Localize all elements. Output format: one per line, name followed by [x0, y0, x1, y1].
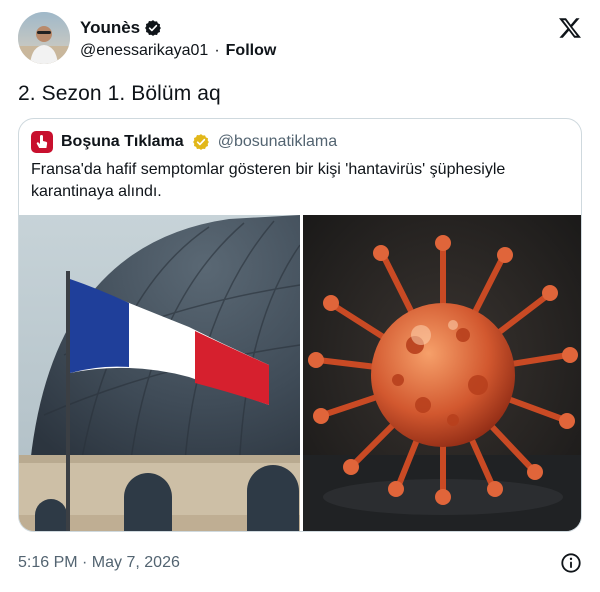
- france-flag-dome-image[interactable]: [19, 215, 300, 531]
- info-icon[interactable]: [560, 552, 582, 574]
- tweet-text: 2. Sezon 1. Bölüm aq: [18, 82, 221, 105]
- quoted-display-name[interactable]: Boşuna Tıklama: [61, 133, 184, 151]
- tweet-timestamp[interactable]: 5:16 PM · May 7, 2026: [18, 554, 180, 572]
- x-logo-icon[interactable]: [558, 16, 582, 40]
- quoted-handle[interactable]: @bosunatiklama: [218, 133, 337, 151]
- quoted-text: Fransa'da hafif semptomlar gösteren bir …: [31, 161, 506, 200]
- author-handle[interactable]: @enessarikaya01: [80, 42, 208, 60]
- author-avatar[interactable]: [18, 12, 70, 64]
- follow-button[interactable]: Follow: [226, 42, 277, 60]
- virus-image[interactable]: [302, 215, 581, 531]
- quoted-tweet[interactable]: Boşuna Tıklama @bosunatiklama Fransa'da …: [18, 118, 582, 532]
- tweet-footer: 5:16 PM · May 7, 2026: [18, 552, 582, 574]
- author-display-name[interactable]: Younès: [80, 18, 140, 38]
- tweet-header: Younès @enessarikaya01 · Follow: [18, 12, 582, 68]
- verified-badge-icon: [144, 19, 162, 37]
- quoted-avatar[interactable]: [31, 131, 53, 153]
- separator-dot: ·: [214, 42, 220, 59]
- media-grid: [19, 215, 581, 531]
- gold-verified-badge-icon: [192, 133, 210, 151]
